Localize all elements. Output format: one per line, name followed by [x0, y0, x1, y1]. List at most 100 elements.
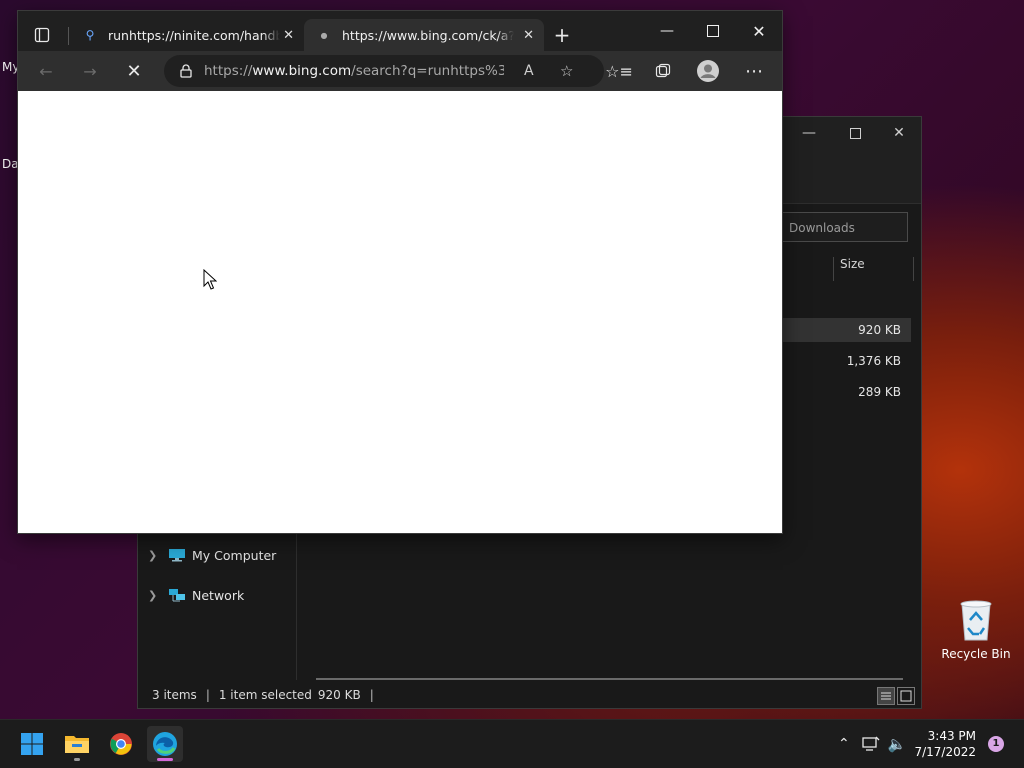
column-separator[interactable] [913, 257, 914, 281]
search-icon: ⚲ [85, 28, 95, 42]
edge-browser-window[interactable]: ⚲ runhttps://ninite.com/handbrake ✕ ● ht… [17, 10, 783, 534]
forward-button[interactable]: → [74, 55, 106, 87]
tab-bing[interactable]: ● https://www.bing.com/ck/a?!&& ✕ [304, 19, 544, 51]
status-selection: 1 item selected [218, 688, 312, 702]
status-divider: | [369, 688, 374, 702]
url-text[interactable]: https://www.bing.com/search?q=runhttps%3… [204, 63, 504, 79]
close-icon: ✕ [126, 60, 142, 82]
status-item-count: 3 items [152, 688, 197, 702]
profile-button[interactable] [692, 55, 724, 87]
system-tray: ⌃ 🔈 [838, 720, 906, 768]
tab-title: https://www.bing.com/ck/a?!&& [342, 27, 514, 43]
start-button[interactable] [14, 726, 50, 762]
new-tab-button[interactable]: + [546, 19, 578, 51]
collections-icon [655, 63, 671, 78]
maximize-button[interactable] [832, 117, 878, 149]
stop-loading-button[interactable]: ✕ [118, 55, 150, 87]
nav-item-network[interactable]: ❯ Network [148, 584, 244, 606]
chrome-icon [110, 733, 132, 755]
tab-actions-button[interactable] [26, 19, 58, 51]
recycle-bin-icon [960, 600, 992, 641]
taskbar: ⌃ 🔈 3:43 PM 7/17/2022 1 [0, 719, 1024, 768]
tab-strip: ⚲ runhttps://ninite.com/handbrake ✕ ● ht… [18, 11, 782, 51]
column-separator[interactable] [833, 257, 834, 281]
close-button[interactable]: ✕ [876, 117, 922, 149]
running-indicator [74, 758, 80, 761]
file-explorer-icon [65, 736, 89, 753]
page-content[interactable] [18, 91, 782, 533]
nav-item-label: My Computer [192, 547, 277, 563]
column-header-size[interactable]: Size [840, 257, 865, 271]
add-favorite-icon[interactable]: ☆ [560, 62, 573, 80]
file-row[interactable]: 920 KB [778, 318, 911, 342]
close-tab-icon[interactable]: ✕ [283, 28, 294, 43]
arrow-left-icon: ← [39, 61, 53, 81]
status-divider: | [205, 688, 210, 702]
network-icon [169, 589, 185, 602]
file-size: 1,376 KB [846, 354, 901, 368]
maximize-icon [707, 25, 719, 37]
file-row[interactable]: 1,376 KB [778, 349, 911, 373]
file-row[interactable]: 289 KB [778, 380, 911, 404]
network-status-icon[interactable] [862, 736, 880, 752]
tab-divider [68, 27, 69, 45]
back-button[interactable]: ← [30, 55, 62, 87]
taskbar-edge[interactable] [147, 726, 183, 762]
search-placeholder: Downloads [789, 221, 855, 235]
notification-badge[interactable]: 1 [988, 736, 1004, 752]
minimize-button[interactable]: — [644, 15, 690, 47]
navigation-pane: ❯ My Computer ❯ Network [138, 532, 297, 680]
tab-ninite[interactable]: ⚲ runhttps://ninite.com/handbrake ✕ [70, 19, 304, 51]
active-indicator [157, 758, 173, 761]
arrow-right-icon: → [83, 61, 97, 81]
address-bar[interactable]: https://www.bing.com/search?q=runhttps%3… [164, 55, 604, 87]
more-icon: ⋯ [745, 60, 763, 82]
volume-icon[interactable]: 🔈 [888, 735, 907, 753]
taskbar-chrome[interactable] [103, 726, 139, 762]
url-path: /search?q=runhttps%3A... [351, 63, 504, 79]
close-tab-icon[interactable]: ✕ [523, 28, 534, 43]
maximize-button[interactable] [690, 15, 736, 47]
clock[interactable]: 3:43 PM 7/17/2022 [914, 728, 976, 760]
clock-time: 3:43 PM [927, 729, 976, 743]
tab-actions-icon [34, 27, 50, 43]
chevron-up-icon[interactable]: ⌃ [838, 736, 850, 752]
read-aloud-icon[interactable]: A [524, 63, 534, 79]
status-bar: 3 items | 1 item selected 920 KB | [138, 682, 921, 708]
maximize-icon [849, 127, 861, 139]
chevron-right-icon[interactable]: ❯ [148, 549, 168, 562]
tab-title: runhttps://ninite.com/handbrake [108, 27, 280, 43]
nav-item-label: Network [192, 587, 245, 603]
recycle-bin-desktop-icon[interactable]: Recycle Bin [940, 596, 1012, 661]
favorites-icon: ☆≡ [605, 61, 633, 81]
start-icon [21, 733, 43, 755]
nav-item-my-computer[interactable]: ❯ My Computer [148, 544, 276, 566]
favorites-button[interactable]: ☆≡ [603, 55, 635, 87]
collections-button[interactable] [647, 55, 679, 87]
chevron-right-icon[interactable]: ❯ [148, 589, 168, 602]
mouse-cursor-icon [203, 269, 217, 290]
url-prefix: https:// [204, 63, 253, 79]
details-view-button[interactable] [877, 687, 895, 705]
browser-toolbar: ← → ✕ https://www.bing.com/search?q=runh… [18, 51, 782, 91]
lock-icon[interactable] [180, 64, 192, 78]
edge-icon [153, 732, 177, 756]
recycle-bin-label: Recycle Bin [941, 647, 1011, 661]
minimize-button[interactable]: — [786, 117, 832, 149]
tiles-view-icon [900, 690, 912, 702]
avatar [697, 60, 719, 82]
close-button[interactable]: ✕ [736, 15, 782, 47]
large-icons-view-button[interactable] [897, 687, 915, 705]
horizontal-scrollbar[interactable] [316, 678, 903, 680]
computer-icon [169, 549, 185, 562]
clock-date: 7/17/2022 [914, 745, 976, 759]
loading-icon: ● [320, 30, 328, 40]
status-selection-size: 920 KB [317, 688, 361, 702]
settings-more-button[interactable]: ⋯ [738, 55, 770, 87]
file-size: 289 KB [858, 385, 901, 399]
plus-icon: + [553, 23, 571, 47]
details-view-icon [881, 692, 891, 700]
taskbar-file-explorer[interactable] [59, 726, 95, 762]
search-input[interactable]: Downloads [778, 212, 908, 242]
url-domain: www.bing.com [252, 63, 352, 79]
